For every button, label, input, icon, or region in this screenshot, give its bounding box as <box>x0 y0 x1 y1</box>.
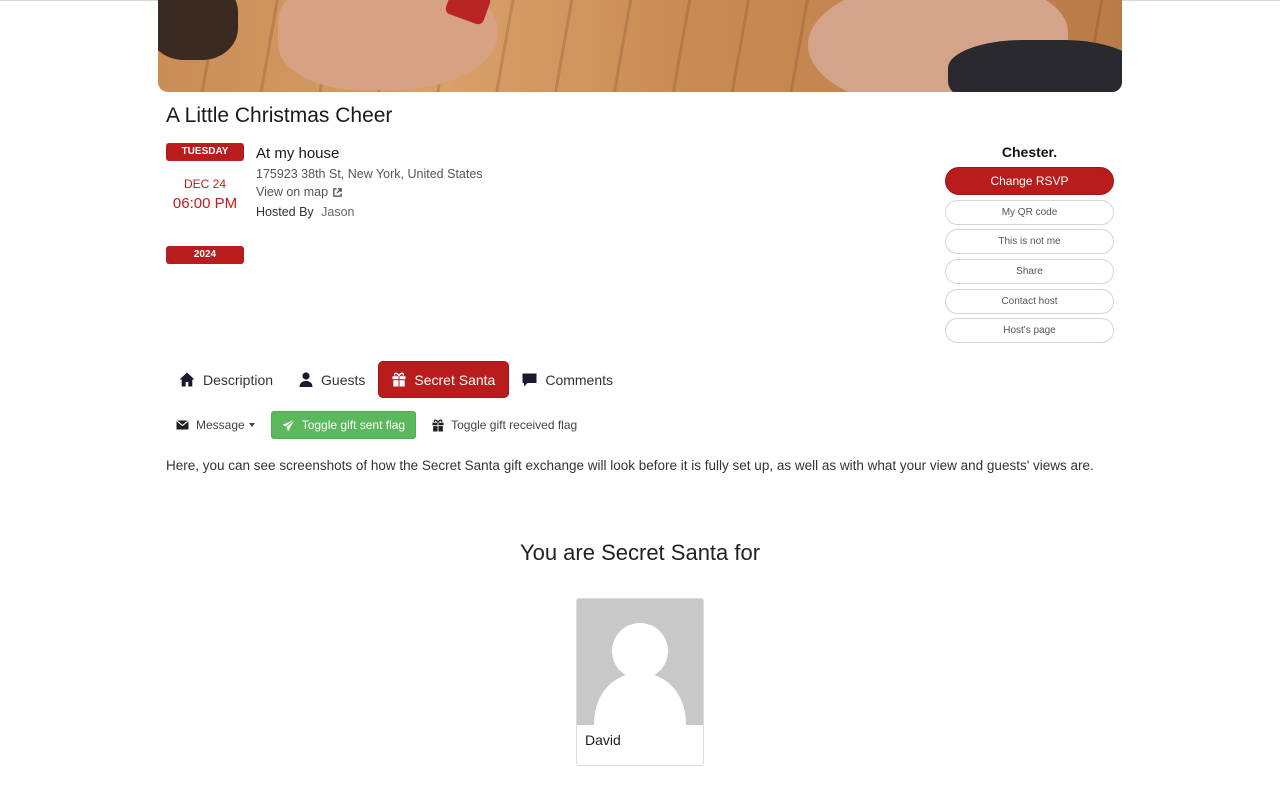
user-icon <box>299 372 313 387</box>
secret-santa-description: Here, you can see screenshots of how the… <box>166 458 1094 473</box>
date-day: DEC 24 <box>183 177 227 191</box>
contact-host-button[interactable]: Contact host <box>945 288 1114 314</box>
tab-secret-santa[interactable]: Secret Santa <box>378 361 510 398</box>
tab-guests[interactable]: Guests <box>286 361 378 398</box>
date-weekday: TUESDAY <box>166 143 244 161</box>
venue-name: At my house <box>256 145 340 162</box>
my-qr-code-button[interactable]: My QR code <box>945 199 1114 225</box>
toggle-gift-received-label: Toggle gift received flag <box>451 418 578 432</box>
comment-icon <box>522 373 537 386</box>
guest-name: Chester. <box>1001 144 1058 160</box>
tab-secret-santa-label: Secret Santa <box>414 371 496 388</box>
share-button[interactable]: Share <box>945 259 1114 285</box>
external-link-icon <box>333 187 342 197</box>
secret-santa-heading: You are Secret Santa for <box>519 540 761 565</box>
tab-description-label: Description <box>203 371 274 388</box>
view-on-map-label: View on map <box>256 185 329 199</box>
message-label: Message <box>196 418 245 432</box>
gift-icon <box>392 372 406 387</box>
chevron-down-icon <box>248 423 255 427</box>
date-body: DEC 24 06:00 PM <box>166 161 244 246</box>
tab-comments[interactable]: Comments <box>509 361 626 398</box>
guest-panel: Chester. Change RSVP My QR code This is … <box>945 144 1114 344</box>
hosted-by-label: Hosted By <box>256 205 314 219</box>
event-title: A Little Christmas Cheer <box>166 104 393 127</box>
avatar-placeholder-icon <box>594 623 686 725</box>
event-date-block: TUESDAY DEC 24 06:00 PM 2024 <box>166 143 244 264</box>
toggle-gift-received-button[interactable]: Toggle gift received flag <box>422 411 587 439</box>
recipient-card[interactable]: David <box>576 598 704 766</box>
venue-address: 175923 38th St, New York, United States <box>256 167 483 181</box>
tab-description[interactable]: Description <box>166 361 286 398</box>
gift-icon <box>432 419 444 431</box>
change-rsvp-button[interactable]: Change RSVP <box>945 167 1114 195</box>
venue-info: At my house 175923 38th St, New York, Un… <box>256 145 483 219</box>
date-year: 2024 <box>166 246 244 264</box>
event-banner-image <box>158 0 1122 92</box>
toggle-gift-sent-button[interactable]: Toggle gift sent flag <box>270 411 417 439</box>
recipient-name: David <box>585 732 621 748</box>
hosts-page-button[interactable]: Host's page <box>945 318 1114 344</box>
this-is-not-me-button[interactable]: This is not me <box>945 229 1114 255</box>
home-icon <box>179 372 195 387</box>
date-time: 06:00 PM <box>172 195 238 212</box>
event-tabs: Description Guests Secret Santa Comments <box>166 361 626 398</box>
hosted-by: Hosted By Jason <box>256 205 483 219</box>
host-name: Jason <box>321 205 355 219</box>
paper-plane-icon <box>282 418 295 431</box>
envelope-icon <box>176 420 189 430</box>
view-on-map-link[interactable]: View on map <box>256 185 483 199</box>
tab-guests-label: Guests <box>321 371 366 388</box>
message-dropdown[interactable]: Message <box>166 411 265 439</box>
avatar <box>577 599 703 725</box>
tab-comments-label: Comments <box>545 371 614 388</box>
secret-santa-toolbar: Message Toggle gift sent flag Toggle gif… <box>166 411 587 439</box>
toggle-gift-sent-label: Toggle gift sent flag <box>301 418 406 432</box>
